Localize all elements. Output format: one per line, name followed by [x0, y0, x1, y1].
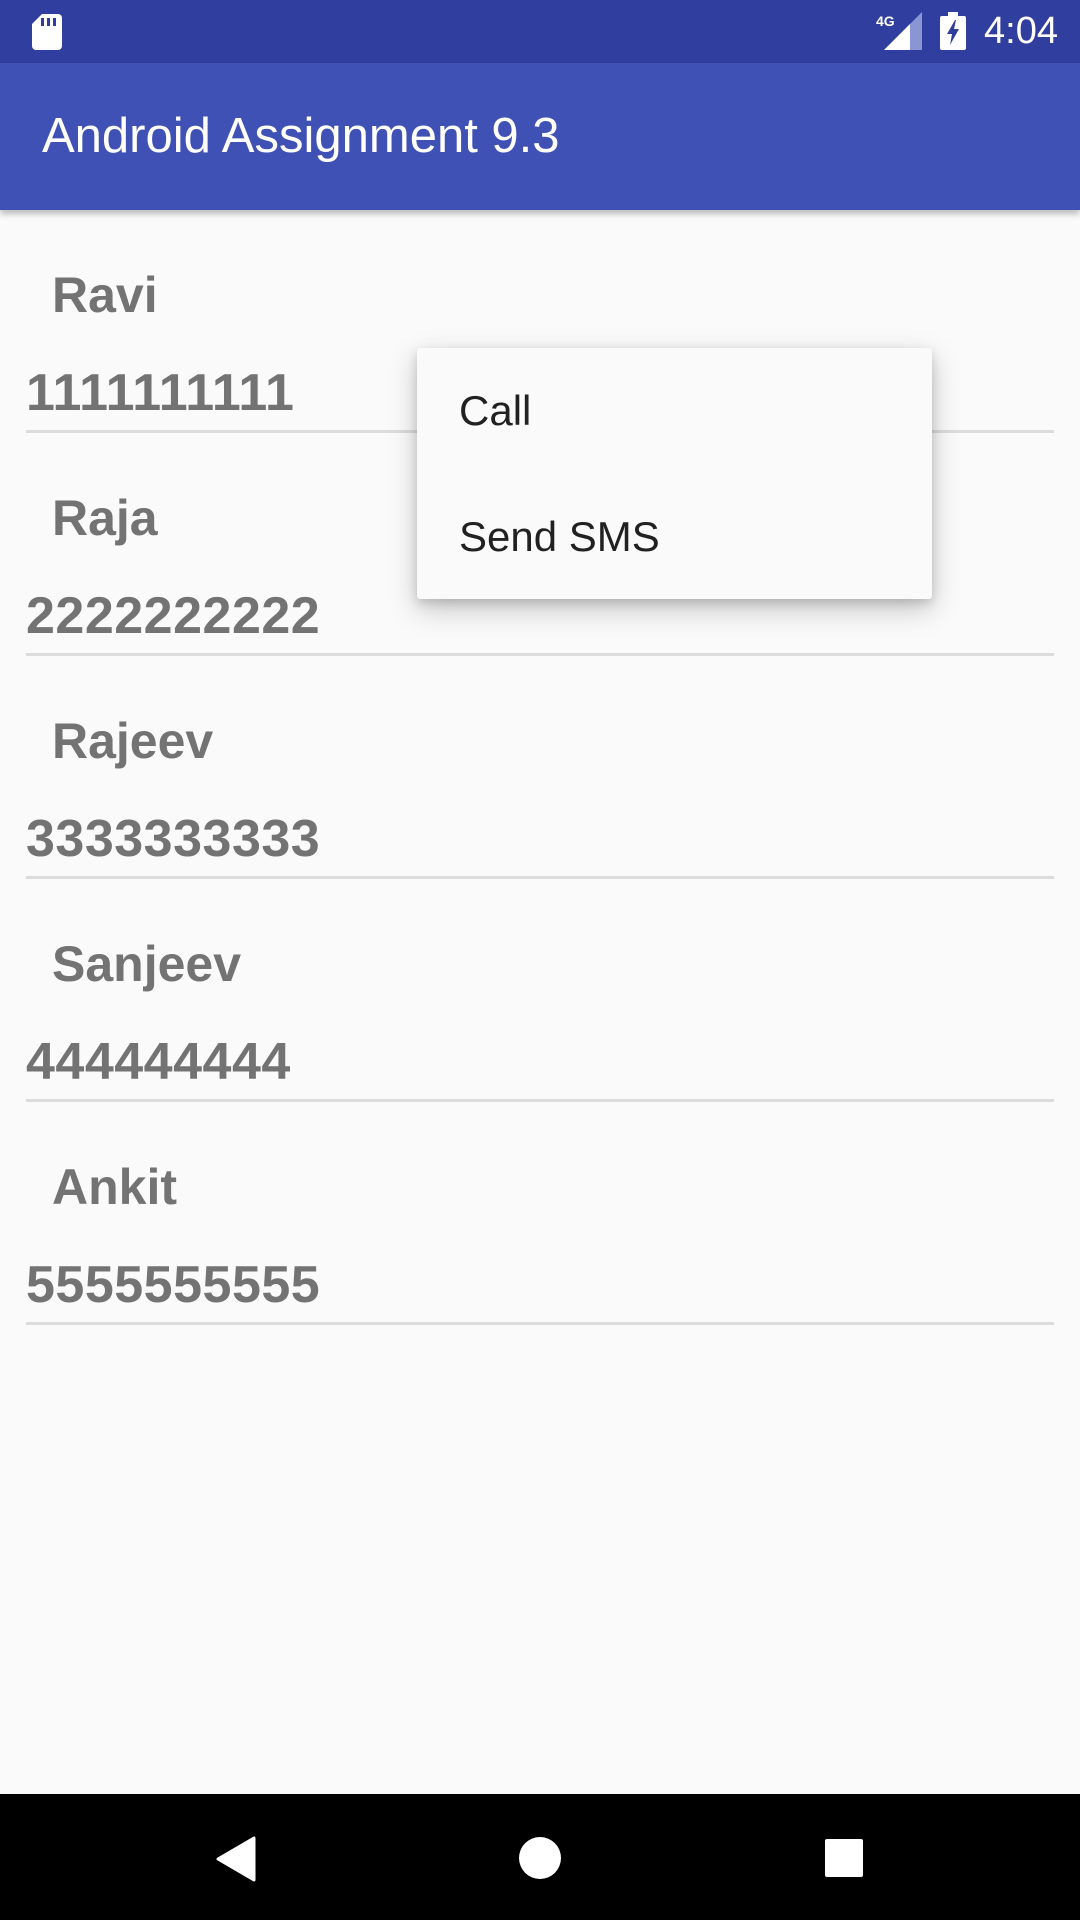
home-icon[interactable]	[518, 1836, 562, 1880]
divider	[26, 1322, 1054, 1325]
contact-name: Rajeev	[52, 713, 214, 769]
app-title: Android Assignment 9.3	[42, 109, 560, 163]
sd-card-icon	[32, 14, 62, 50]
status-bar: 4G 4:04	[0, 0, 1080, 63]
contact-name: Ankit	[52, 1159, 177, 1215]
screen: 4G 4:04 Android Assignment 9.3 Ravi 1111…	[0, 0, 1080, 1920]
network-type-label: 4G	[876, 13, 895, 29]
battery-charging-icon	[940, 12, 966, 50]
list-item[interactable]: Rajeev 3333333333	[0, 656, 1080, 879]
contact-name: Sanjeev	[52, 936, 242, 992]
menu-item-call[interactable]: Call	[417, 348, 932, 474]
menu-item-label: Call	[459, 387, 532, 434]
menu-item-label: Send SMS	[459, 513, 660, 560]
contact-phone: 2222222222	[26, 587, 321, 645]
list-item[interactable]: Ankit 5555555555	[0, 1102, 1080, 1325]
navigation-bar	[0, 1794, 1080, 1920]
back-icon[interactable]	[214, 1836, 258, 1882]
contact-name: Ravi	[52, 267, 158, 323]
context-menu: Call Send SMS	[417, 348, 932, 599]
contact-phone: 5555555555	[26, 1256, 321, 1314]
status-clock: 4:04	[984, 10, 1058, 52]
contact-name: Raja	[52, 490, 158, 546]
contact-phone: 1111111111	[26, 364, 295, 422]
recents-icon[interactable]	[824, 1838, 864, 1878]
app-bar: Android Assignment 9.3	[0, 63, 1080, 210]
cellular-signal-icon: 4G	[876, 12, 922, 50]
contact-phone: 444444444	[26, 1033, 291, 1091]
list-item[interactable]: Sanjeev 444444444	[0, 879, 1080, 1102]
contact-phone: 3333333333	[26, 810, 321, 868]
menu-item-send-sms[interactable]: Send SMS	[417, 474, 932, 600]
